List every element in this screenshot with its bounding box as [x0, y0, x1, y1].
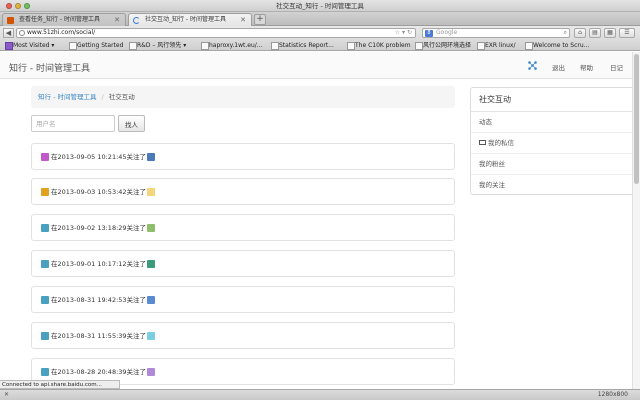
page-scrollbar[interactable] — [632, 52, 640, 389]
feed-text: 在2013-08-31 11:55:39关注了 — [51, 332, 147, 340]
sidebar-item-messages[interactable]: 我的私信 — [471, 133, 633, 154]
username-search-input[interactable] — [31, 115, 115, 132]
feed-text: 在2013-09-01 10:17:12关注了 — [51, 260, 147, 268]
user-avatar-icon[interactable] — [41, 368, 49, 376]
breadcrumb-current: 社交互动 — [108, 93, 135, 101]
breadcrumb: 知行 - 时间管理工具 / 社交互动 — [31, 86, 455, 108]
bookmarks-menu-icon[interactable]: ▤ — [589, 28, 601, 38]
search-bar[interactable]: 8 Google ⌕ — [422, 28, 570, 38]
window-title: 社交互动_知行 - 时间管理工具 — [276, 2, 364, 10]
feed-item: 在2013-09-02 13:18:29关注了 — [31, 214, 455, 241]
search-magnifier-icon[interactable]: ⌕ — [564, 29, 567, 37]
window-controls — [6, 3, 30, 9]
feed-text: 在2013-09-03 10:53:42关注了 — [51, 188, 147, 196]
feed-item: 在2013-08-31 11:55:39关注了 — [31, 322, 455, 349]
globe-icon — [19, 30, 25, 36]
bookmark-c10k[interactable]: The C10K problem — [346, 40, 411, 50]
site-brand[interactable]: 知行 - 时间管理工具 — [9, 61, 90, 74]
tab-close-icon[interactable]: ✕ — [114, 14, 120, 26]
user-avatar-icon[interactable] — [41, 260, 49, 268]
user-avatar-icon[interactable] — [41, 296, 49, 304]
resolution-indicator: 1280x800 — [597, 391, 628, 398]
bookmark-getting-started[interactable]: Getting Started — [68, 40, 123, 50]
breadcrumb-separator: / — [101, 93, 104, 101]
sidebar-item-following[interactable]: 我的关注 — [471, 175, 633, 196]
breadcrumb-home-link[interactable]: 知行 - 时间管理工具 — [38, 93, 96, 101]
feed-text: 在2013-08-31 19:42:53关注了 — [51, 296, 147, 304]
tab-label: 社交互动_知行 - 时间管理工具 — [145, 16, 226, 23]
site-favicon-icon — [7, 17, 14, 24]
bookmarks-bar: Most Visited ▾ Getting Started R&D – 风行领… — [0, 40, 640, 51]
help-link[interactable]: 帮助 — [580, 62, 593, 72]
menu-icon[interactable]: ☰ — [619, 28, 635, 38]
followed-user-avatar-icon[interactable] — [147, 296, 156, 304]
diary-link[interactable]: 日记 — [610, 62, 623, 72]
bookmark-fengxing[interactable]: 风行公网环境选择 — [414, 40, 471, 50]
followed-user-avatar-icon[interactable] — [147, 368, 156, 376]
bookmark-scrum[interactable]: Welcome to Scru... — [524, 40, 589, 50]
home-icon[interactable]: ⌂ — [574, 28, 586, 38]
window-titlebar: 社交互动_知行 - 时间管理工具 — [0, 0, 640, 12]
sidebar-title: 社交互动 — [471, 88, 633, 112]
bookmark-haproxy[interactable]: haproxy.1wt.eu/... — [200, 40, 262, 50]
tab-close-icon[interactable]: ✕ — [240, 14, 246, 26]
addon-icon[interactable]: ▦ — [604, 28, 616, 38]
sidebar-item-followers[interactable]: 我的粉丝 — [471, 154, 633, 175]
window-minimize-button[interactable] — [15, 3, 21, 9]
new-tab-button[interactable]: + — [254, 14, 266, 25]
bookmark-statistics[interactable]: Statistics Report... — [270, 40, 334, 50]
google-logo-icon: 8 — [425, 30, 433, 37]
feed-item: 在2013-09-05 10:21:45关注了 — [31, 143, 455, 170]
status-message: Connected to api.share.baidu.com... — [0, 380, 120, 389]
user-avatar-icon[interactable] — [41, 224, 49, 232]
window-zoom-button[interactable] — [24, 3, 30, 9]
search-engine-label: Google — [436, 29, 458, 36]
address-bar[interactable]: www.51zhi.com/social/ ☆ ▾ ↻ — [16, 28, 416, 38]
sidebar-item-activity[interactable]: 动态 — [471, 112, 633, 133]
close-addon-bar-icon[interactable]: ✕ — [4, 390, 9, 400]
user-avatar-icon[interactable] — [41, 332, 49, 340]
feed-item: 在2013-09-03 10:53:42关注了 — [31, 178, 455, 205]
feed-text: 在2013-08-28 20:48:39关注了 — [51, 368, 147, 376]
navigation-toolbar: ◀ www.51zhi.com/social/ ☆ ▾ ↻ 8 Google ⌕… — [0, 26, 640, 40]
loading-spinner-icon — [133, 17, 140, 24]
social-network-icon[interactable] — [528, 61, 537, 70]
user-avatar-icon[interactable] — [41, 188, 49, 196]
feed-text: 在2013-09-05 10:21:45关注了 — [51, 153, 147, 161]
site-navbar: 知行 - 时间管理工具 退出 帮助 日记 — [0, 52, 632, 79]
followed-user-avatar-icon[interactable] — [147, 153, 156, 161]
envelope-icon — [479, 140, 486, 145]
tab-social[interactable]: 社交互动_知行 - 时间管理工具 ✕ — [128, 13, 252, 26]
bookmark-exr-linux[interactable]: EXR linux/ — [476, 40, 516, 50]
followed-user-avatar-icon[interactable] — [147, 188, 156, 196]
bookmark-most-visited[interactable]: Most Visited ▾ — [4, 40, 54, 50]
tab-view-tasks[interactable]: 查看任务_知行 - 时间管理工具 ✕ — [2, 13, 126, 26]
window-close-button[interactable] — [6, 3, 12, 9]
logout-link[interactable]: 退出 — [552, 62, 565, 72]
followed-user-avatar-icon[interactable] — [147, 260, 156, 268]
address-url: www.51zhi.com/social/ — [27, 29, 96, 36]
feed-text: 在2013-09-02 13:18:29关注了 — [51, 224, 147, 232]
back-button[interactable]: ◀ — [3, 28, 14, 38]
followed-user-avatar-icon[interactable] — [147, 332, 156, 340]
addon-bar: ✕ 1280x800 — [0, 389, 640, 400]
followed-user-avatar-icon[interactable] — [147, 224, 156, 232]
user-avatar-icon[interactable] — [41, 153, 49, 161]
address-dropdown-icon[interactable]: ☆ ▾ ↻ — [395, 29, 412, 37]
find-user-button[interactable]: 找人 — [118, 115, 145, 132]
scrollbar-thumb[interactable] — [634, 54, 639, 184]
feed-item: 在2013-08-31 19:42:53关注了 — [31, 286, 455, 313]
tab-label: 查看任务_知行 - 时间管理工具 — [19, 16, 100, 23]
tab-strip: 查看任务_知行 - 时间管理工具 ✕ 社交互动_知行 - 时间管理工具 ✕ + — [0, 12, 640, 26]
social-sidebar: 社交互动 动态 我的私信 我的粉丝 我的关注 — [470, 87, 634, 195]
feed-item: 在2013-09-01 10:17:12关注了 — [31, 250, 455, 277]
bookmark-rd[interactable]: R&D – 风行领先 ▾ — [128, 40, 186, 50]
